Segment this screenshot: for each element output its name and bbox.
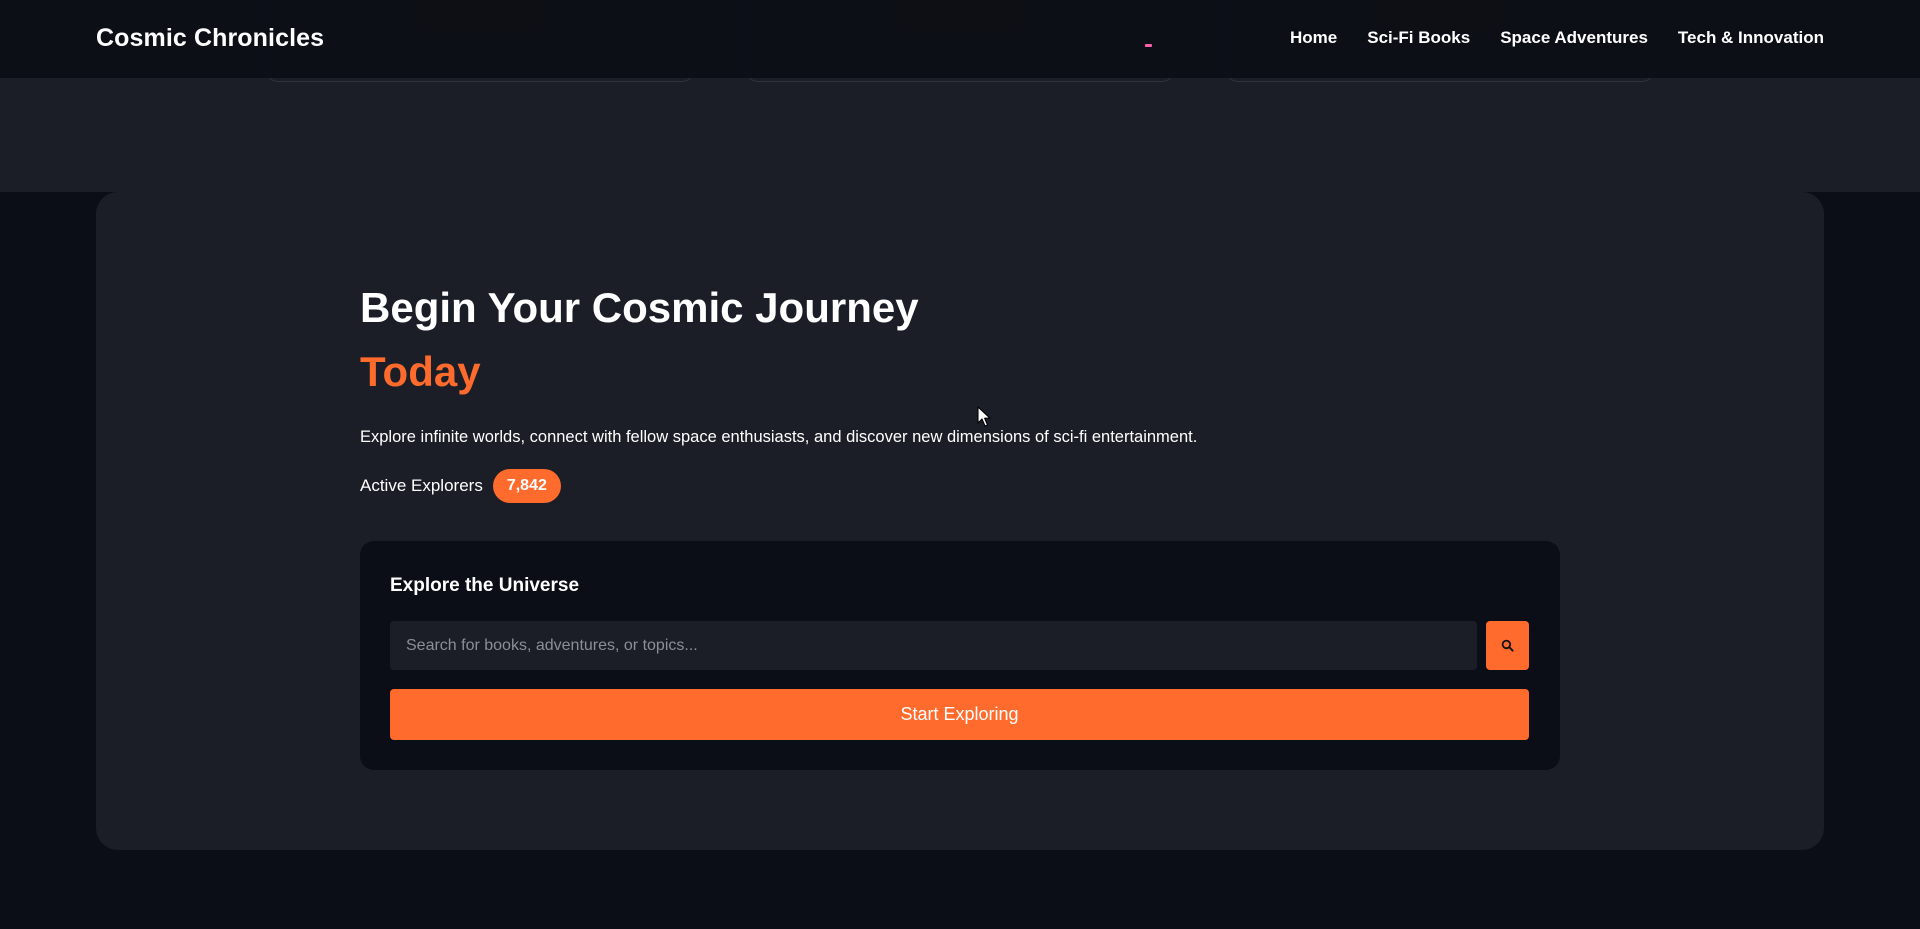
hero-content: Begin Your Cosmic Journey Today Explore … xyxy=(360,282,1560,503)
site-logo[interactable]: Cosmic Chronicles xyxy=(96,24,324,53)
start-exploring-button[interactable]: Start Exploring xyxy=(390,689,1529,740)
hero-title: Begin Your Cosmic Journey xyxy=(360,284,919,331)
search-card-title: Explore the Universe xyxy=(390,575,580,596)
hero-title-accent: Today xyxy=(360,348,481,395)
hero-panel: Begin Your Cosmic Journey Today Explore … xyxy=(96,192,1824,850)
mouse-cursor-icon xyxy=(977,406,991,427)
nav-sci-fi-books[interactable]: Sci-Fi Books xyxy=(1367,28,1470,48)
search-icon xyxy=(1501,639,1514,652)
nav-tech-innovation[interactable]: Tech & Innovation xyxy=(1678,28,1824,48)
site-header: Cosmic Chronicles Home Sci-Fi Books Spac… xyxy=(0,0,1920,78)
nav-home[interactable]: Home xyxy=(1290,28,1337,48)
search-button[interactable] xyxy=(1486,621,1529,670)
search-card: Explore the Universe Start Exploring xyxy=(360,541,1560,770)
active-explorers-stat: Active Explorers 7,842 xyxy=(360,469,1560,503)
decorative-spark xyxy=(1145,44,1152,47)
main-nav: Home Sci-Fi Books Space Adventures Tech … xyxy=(1290,28,1824,48)
nav-space-adventures[interactable]: Space Adventures xyxy=(1500,28,1648,48)
stat-badge: 7,842 xyxy=(492,469,561,503)
page: Cosmic Chronicles Home Sci-Fi Books Spac… xyxy=(0,0,1920,929)
stat-label: Active Explorers xyxy=(360,476,483,495)
search-input[interactable] xyxy=(390,621,1477,670)
hero-description: Explore infinite worlds, connect with fe… xyxy=(360,428,1198,446)
